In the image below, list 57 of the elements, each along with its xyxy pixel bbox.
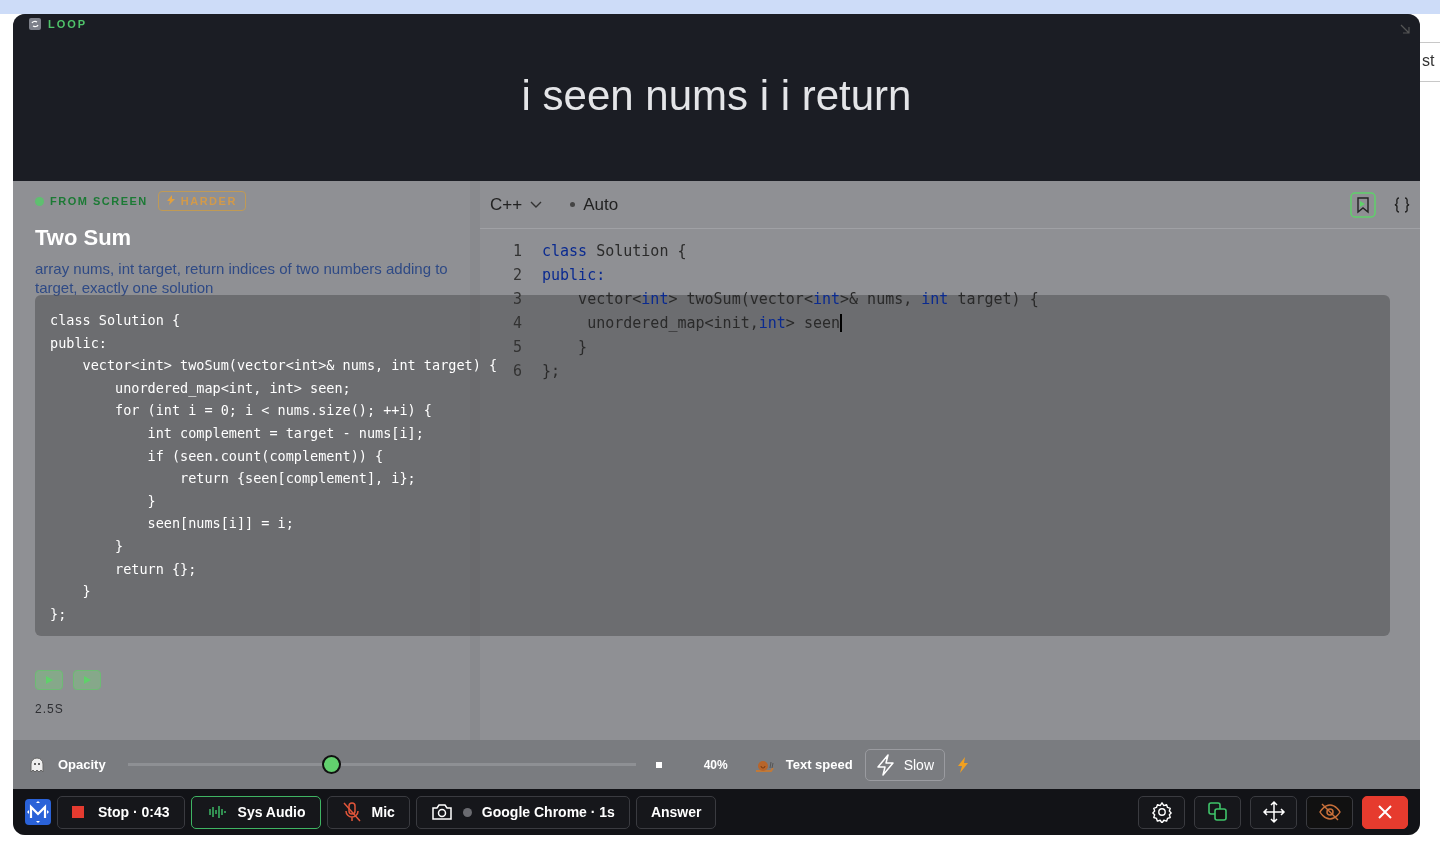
source-badge: FROM SCREEN [35, 195, 148, 207]
windows-button[interactable] [1194, 795, 1241, 829]
answer-code: class Solution { public: vector<int> twoSum(vector<int>& nums, int target) { unordered_map<int, int> seen; for (int i = 0; i < nums.size(); ++i) { int complement = target - nums[i]; if (seen.count(complement)) { return {seen[complement], i}; } seen[nums[i]] = i; } return {}; } }; [50, 311, 498, 624]
app-name: LOOP [48, 18, 88, 30]
close-button[interactable] [1362, 795, 1408, 829]
opacity-label: Opacity [58, 757, 106, 772]
speed-button[interactable]: Slow [864, 748, 946, 781]
loop-icon [29, 18, 41, 30]
mode-label: Auto [583, 194, 619, 215]
code-line: public: [542, 266, 606, 284]
status-dot [462, 807, 472, 817]
ghost-icon [28, 755, 46, 774]
move-icon [1261, 800, 1286, 824]
play-icon [83, 676, 91, 684]
line-number: 3 [511, 290, 522, 308]
move-button[interactable] [1250, 795, 1297, 829]
answer-button[interactable]: Answer [635, 795, 717, 829]
chevron-icon [530, 200, 543, 209]
stop-icon [72, 806, 84, 818]
line-number: 5 [511, 338, 522, 356]
capture-button[interactable]: Google Chrome · 1s [415, 795, 630, 829]
settings-button[interactable] [1138, 795, 1185, 829]
run-time: 2.5S [35, 702, 65, 716]
code-line: class Solution { [542, 242, 687, 260]
difficulty-badge: HARDER [157, 191, 246, 211]
app-logo-icon[interactable] [25, 799, 51, 825]
stop-button[interactable]: Stop · 0:43 [57, 795, 185, 829]
bookmark-icon[interactable] [1350, 191, 1376, 218]
line-number: 1 [511, 242, 522, 260]
status-dot [570, 202, 576, 207]
play-icon [45, 676, 53, 684]
close-icon [1377, 804, 1393, 820]
problem-title: Two Sum [35, 225, 133, 251]
problem-summary: array nums, int target, return indices of two numbers adding to target, exactly one solution [35, 259, 448, 297]
text-speed-label: Text speed [785, 757, 853, 772]
language-select[interactable]: C++ [490, 194, 523, 215]
braces-icon[interactable] [1392, 194, 1412, 215]
hide-button[interactable] [1306, 795, 1353, 829]
code-line: vector<int> twoSum(vector<int>& nums, int target) { [577, 290, 1039, 308]
slider-thumb[interactable] [321, 755, 341, 774]
code-line: unordered_map<init,int> seen [586, 314, 841, 332]
opacity-reading: 40% [703, 757, 728, 772]
eye-off-icon [1317, 802, 1342, 822]
mic-button[interactable]: Mic [326, 795, 410, 829]
line-number: 4 [511, 314, 522, 332]
windows-icon [1206, 801, 1229, 823]
caption-text: i seen nums i i return [520, 72, 913, 120]
camera-icon [430, 803, 453, 821]
settings-icon [1150, 801, 1173, 823]
line-number: 2 [511, 266, 522, 284]
sys-audio-button[interactable]: Sys Audio [190, 795, 321, 829]
bolt-icon [875, 753, 896, 776]
mic-off-icon [341, 801, 362, 823]
code-line: }; [542, 362, 561, 380]
code-line: } [577, 338, 588, 356]
line-number: 6 [511, 362, 522, 380]
square-icon [655, 761, 662, 768]
